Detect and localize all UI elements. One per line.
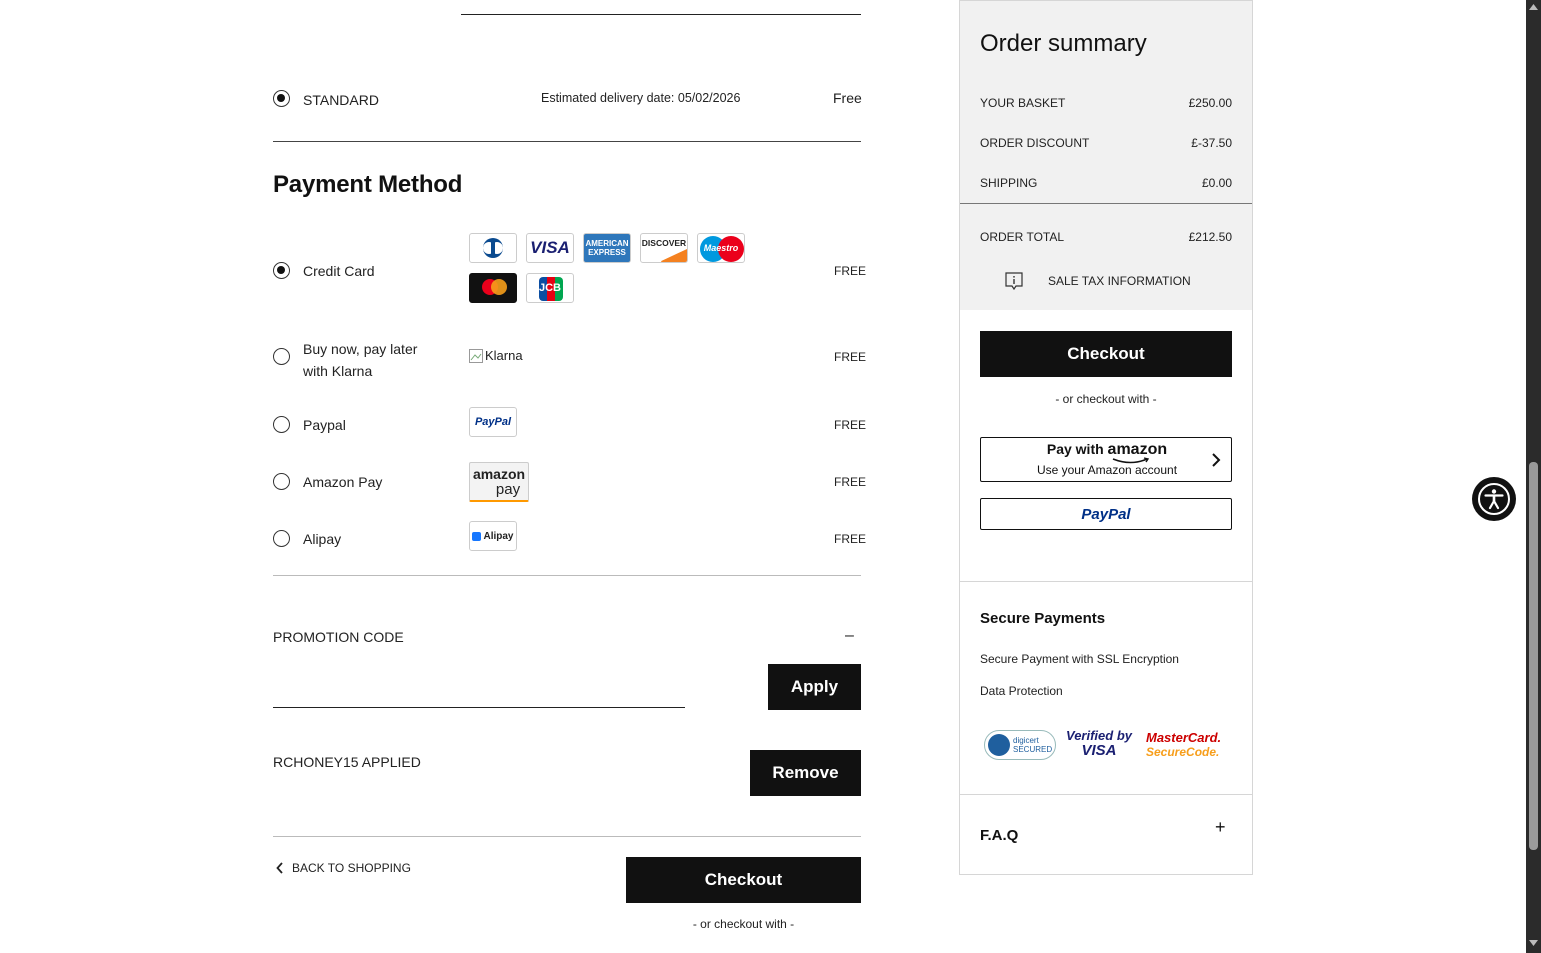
discount-label: ORDER DISCOUNT — [980, 136, 1090, 150]
visa-icon: VISA — [526, 233, 574, 263]
credit-card-label: Credit Card — [303, 263, 375, 279]
divider — [960, 203, 1252, 204]
jcb-icon: JCB — [526, 273, 574, 303]
basket-value: £250.00 — [1188, 96, 1232, 110]
klarna-label: Buy now, pay later with Klarna — [303, 341, 418, 379]
alipay-fee: FREE — [834, 532, 867, 546]
scroll-down-icon[interactable] — [1529, 940, 1538, 946]
amazon-pay-label: Amazon Pay — [303, 474, 383, 490]
alipay-radio[interactable] — [273, 530, 290, 547]
amazon-pay-radio[interactable] — [273, 473, 290, 490]
divider — [960, 581, 1252, 582]
alipay-logo-icon: Alipay — [469, 521, 517, 551]
estimated-delivery-text: Estimated delivery date: 05/02/2026 — [541, 91, 741, 105]
alipay-label: Alipay — [303, 531, 342, 547]
amazon-pay-fee: FREE — [834, 475, 867, 489]
digicert-badge: digicert SECURED — [984, 730, 1056, 760]
promotion-code-label[interactable]: PROMOTION CODE — [273, 629, 404, 645]
faq-expand-icon[interactable]: + — [1215, 817, 1226, 838]
payment-method-heading: Payment Method — [273, 171, 463, 198]
amex-line2: EXPRESS — [588, 248, 626, 257]
shipping-price: Free — [833, 90, 862, 106]
paypal-label: Paypal — [303, 417, 346, 433]
paypal-button[interactable]: PayPal — [980, 498, 1232, 530]
applied-code-text: RCHONEY15 APPLIED — [273, 754, 421, 770]
maestro-icon: Maestro — [697, 233, 745, 263]
mastercard-icon — [469, 273, 517, 303]
checkout-button-summary[interactable]: Checkout — [980, 331, 1232, 377]
data-protection-text: Data Protection — [980, 684, 1063, 698]
basket-label: YOUR BASKET — [980, 96, 1066, 110]
sale-tax-info-link[interactable]: SALE TAX INFORMATION — [1004, 271, 1191, 291]
amex-icon: AMERICAN EXPRESS — [583, 233, 631, 263]
back-to-shopping-link[interactable]: BACK TO SHOPPING — [276, 861, 411, 875]
klarna-radio[interactable] — [273, 348, 290, 365]
discover-icon: DISCOVER — [640, 233, 688, 263]
divider — [960, 794, 1252, 795]
amazon-pay-button[interactable]: Pay with amazon Use your Amazon account — [980, 437, 1232, 482]
accessibility-icon — [1478, 483, 1510, 515]
secure-payments-title: Secure Payments — [980, 610, 1106, 627]
klarna-logo-image: Klarna — [469, 348, 523, 363]
amazon-button-subtext: Use your Amazon account — [1036, 463, 1178, 477]
amazon-button-prefix: Pay with — [1046, 441, 1104, 457]
promotion-collapse-icon[interactable]: – — [845, 627, 854, 645]
divider — [273, 836, 861, 837]
order-total-label: ORDER TOTAL — [980, 230, 1065, 244]
amex-line1: AMERICAN — [585, 239, 629, 248]
verified-by-visa-badge: Verified by VISA — [1066, 728, 1132, 759]
broken-image-icon — [469, 348, 483, 363]
credit-card-radio[interactable] — [273, 262, 290, 279]
klarna-fee: FREE — [834, 350, 867, 364]
standard-shipping-radio[interactable] — [273, 90, 290, 107]
remove-code-button[interactable]: Remove — [750, 750, 861, 796]
order-summary-panel: Order summary YOUR BASKET £250.00 ORDER … — [959, 0, 1253, 875]
order-summary-title: Order summary — [980, 30, 1147, 57]
accessibility-button[interactable] — [1472, 477, 1516, 521]
shipping-label: SHIPPING — [980, 176, 1038, 190]
paypal-radio[interactable] — [273, 416, 290, 433]
or-checkout-with-summary: - or checkout with - — [1055, 392, 1157, 406]
amazon-brand-text: amazon — [1107, 441, 1168, 458]
divider — [273, 575, 861, 576]
ssl-encryption-text: Secure Payment with SSL Encryption — [980, 652, 1179, 666]
paypal-logo-icon: PayPal — [469, 407, 517, 437]
scroll-up-icon[interactable] — [1529, 4, 1538, 10]
info-icon — [1005, 272, 1023, 291]
checkout-button-bottom[interactable]: Checkout — [626, 857, 861, 903]
apply-button[interactable]: Apply — [768, 664, 861, 710]
amazon-pay-logo-icon: amazon pay — [469, 462, 529, 502]
credit-card-fee: FREE — [834, 264, 867, 278]
diners-club-icon — [469, 233, 517, 263]
lock-icon — [988, 734, 1010, 756]
divider — [273, 141, 861, 142]
order-total-value: £212.50 — [1188, 230, 1232, 244]
mastercard-securecode-badge: MasterCard. SecureCode. — [1146, 730, 1222, 760]
paypal-fee: FREE — [834, 418, 867, 432]
or-checkout-with-bottom: - or checkout with - — [692, 917, 795, 931]
promotion-code-input[interactable] — [273, 670, 685, 708]
discount-value: £-37.50 — [1191, 136, 1232, 150]
faq-title[interactable]: F.A.Q — [980, 827, 1018, 844]
order-summary-totals: Order summary YOUR BASKET £250.00 ORDER … — [960, 1, 1252, 310]
shipping-address-field-underline — [461, 14, 861, 15]
chevron-left-icon — [276, 862, 283, 874]
standard-shipping-label: STANDARD — [303, 92, 379, 108]
shipping-value: £0.00 — [1201, 176, 1232, 190]
scrollbar-thumb[interactable] — [1529, 462, 1538, 850]
chevron-right-icon — [1212, 453, 1221, 467]
